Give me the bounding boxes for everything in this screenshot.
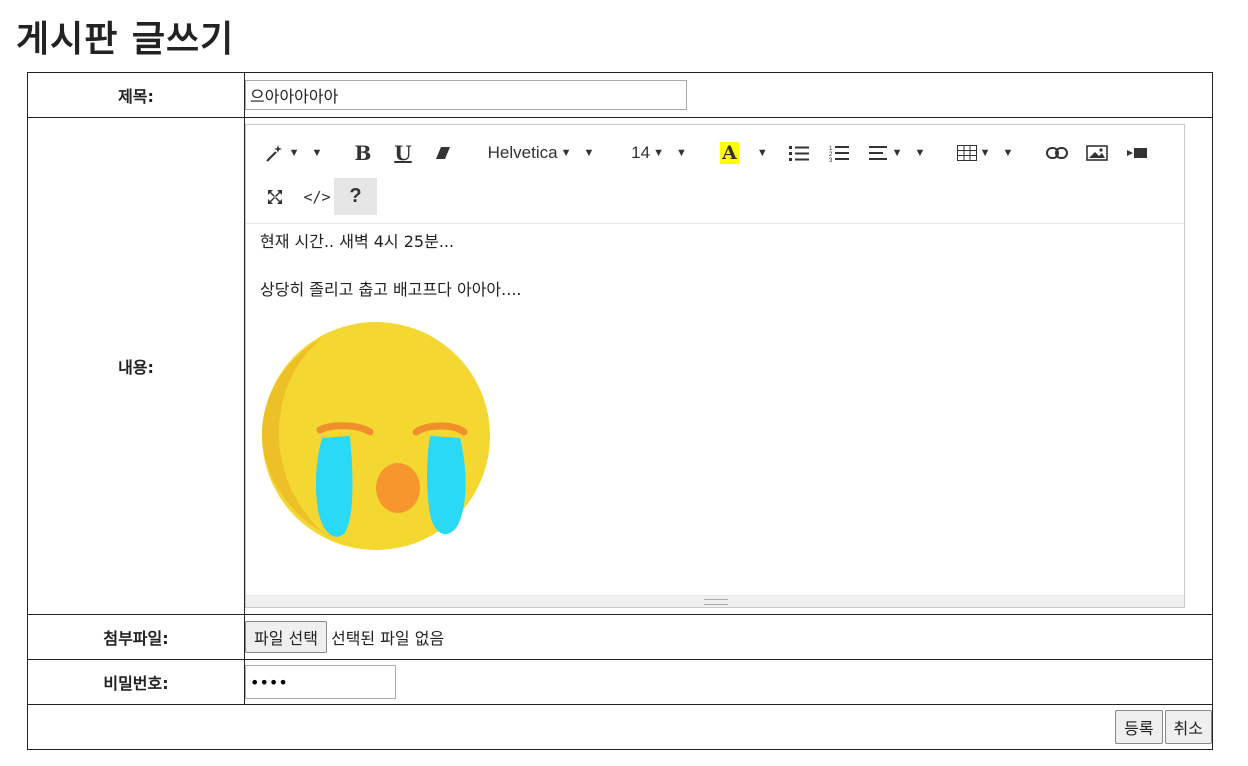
link-button[interactable] [1044, 139, 1070, 167]
content-label: 내용: [27, 117, 245, 615]
paragraph-align-dropdown[interactable]: ▼ ▼ [866, 139, 928, 167]
font-size-dropdown[interactable]: 14 ▼ ▼ [628, 139, 690, 167]
page-title: 게시판 글쓰기 [16, 19, 235, 60]
ordered-list-icon: 123 [829, 144, 849, 162]
editor-resize-handle[interactable] [246, 595, 1184, 607]
align-left-icon [868, 146, 889, 160]
underline-button[interactable]: U [390, 139, 416, 167]
font-name-dropdown[interactable]: Helvetica ▼ ▼ [482, 139, 600, 167]
link-icon [1046, 147, 1068, 159]
content-line: 상당히 졸리고 춥고 배고프다 아아아.... [260, 280, 522, 299]
video-icon [1126, 147, 1148, 159]
title-label: 제목: [27, 72, 245, 118]
title-input[interactable] [245, 80, 687, 110]
picture-icon [1086, 145, 1108, 161]
grip-icon [704, 599, 728, 605]
fullscreen-button[interactable] [262, 183, 288, 211]
svg-text:3: 3 [829, 158, 833, 162]
password-input[interactable] [245, 665, 396, 699]
bold-button[interactable]: B [350, 139, 376, 167]
font-name-label: Helvetica [487, 143, 558, 162]
content-line: 현재 시간.. 새벽 4시 25분... [260, 232, 455, 251]
submit-button[interactable]: 등록 [1115, 710, 1163, 744]
image-button[interactable] [1084, 139, 1110, 167]
write-form-table: 제목: 내용: ▼▼ B U [27, 72, 1213, 750]
editor-content-area[interactable]: 현재 시간.. 새벽 4시 25분... 상당히 졸리고 춥고 배고프다 아아아… [246, 224, 1184, 595]
bullet-list-button[interactable] [786, 139, 812, 167]
help-button[interactable]: ? [334, 178, 377, 215]
font-size-label: 14 [631, 143, 651, 162]
attachment-label: 첨부파일: [27, 614, 245, 660]
eraser-button[interactable] [430, 139, 456, 167]
choose-file-button[interactable]: 파일 선택 [245, 621, 327, 653]
password-label: 비밀번호: [27, 659, 245, 705]
magic-wand-icon [264, 143, 286, 163]
eraser-icon [434, 144, 452, 162]
style-dropdown[interactable]: ▼ ▼ [262, 139, 324, 167]
video-button[interactable] [1124, 139, 1150, 167]
file-status-text: 선택된 파일 없음 [330, 629, 445, 648]
crying-emoji-image [260, 320, 1170, 559]
fullscreen-icon [267, 189, 283, 205]
bullet-list-icon [789, 145, 809, 161]
rich-text-editor: ▼ ▼ B U Helvetica ▼ ▼ 14 ▼ ▼ A ▼ 1 2 3 ▼… [245, 124, 1185, 608]
cancel-button[interactable]: 취소 [1164, 710, 1212, 744]
ordered-list-button[interactable]: 123 [826, 139, 852, 167]
highlight-letter-icon: A [720, 142, 739, 164]
editor-toolbar: ▼ ▼ B U Helvetica ▼ ▼ 14 ▼ ▼ A ▼ 1 2 3 ▼… [246, 125, 1184, 224]
highlight-color-button[interactable]: A ▼ [716, 139, 772, 167]
codeview-button[interactable]: </> [300, 183, 334, 211]
table-icon [956, 145, 977, 161]
table-dropdown[interactable]: ▼ ▼ [954, 139, 1016, 167]
